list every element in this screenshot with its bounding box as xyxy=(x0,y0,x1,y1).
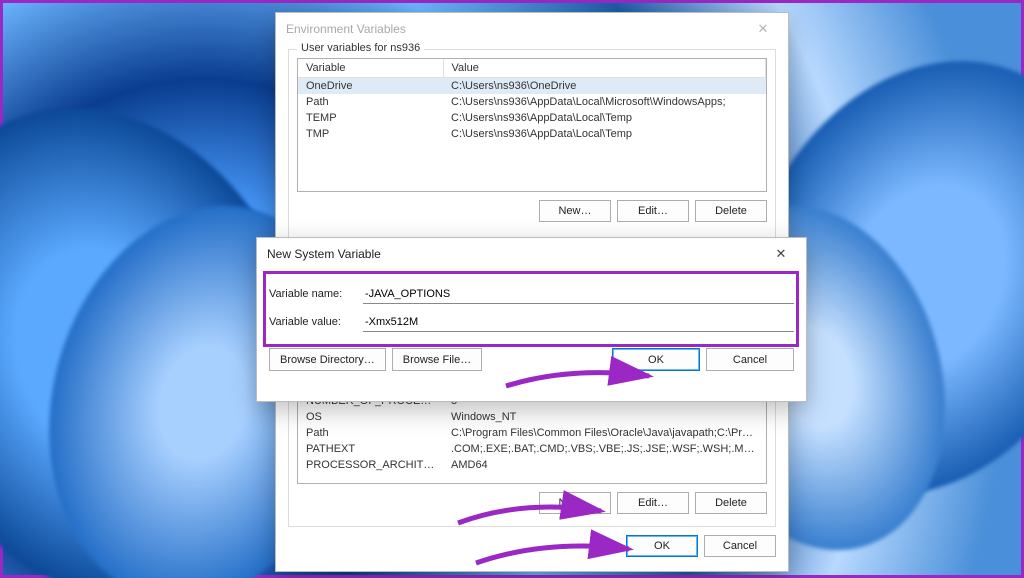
variable-value-label: Variable value: xyxy=(269,316,363,328)
env-main-buttons: OK Cancel xyxy=(288,535,776,557)
new-button[interactable]: New… xyxy=(539,492,611,514)
variable-value-row: Variable value: xyxy=(269,312,794,332)
browse-directory-button[interactable]: Browse Directory… xyxy=(269,348,386,371)
env-title: Environment Variables xyxy=(286,22,406,36)
nsv-titlebar: New System Variable ✕ xyxy=(257,238,806,270)
cancel-button[interactable]: Cancel xyxy=(706,348,794,371)
table-row[interactable]: PATHEXT.COM;.EXE;.BAT;.CMD;.VBS;.VBE;.JS… xyxy=(298,441,766,457)
user-variables-table[interactable]: Variable Value OneDriveC:\Users\ns936\On… xyxy=(297,58,767,192)
table-row[interactable]: OSWindows_NT xyxy=(298,409,766,425)
user-variables-group: User variables for ns936 Variable Value … xyxy=(288,49,776,249)
env-titlebar: Environment Variables ✕ xyxy=(276,13,788,45)
new-system-variable-dialog: New System Variable ✕ Variable name: Var… xyxy=(256,237,807,402)
user-variables-label: User variables for ns936 xyxy=(297,42,424,54)
close-icon[interactable]: ✕ xyxy=(748,21,778,37)
ok-button[interactable]: OK xyxy=(612,348,700,371)
table-row[interactable]: PathC:\Program Files\Common Files\Oracle… xyxy=(298,425,766,441)
delete-button[interactable]: Delete xyxy=(695,492,767,514)
variable-name-row: Variable name: xyxy=(269,284,794,304)
variable-name-label: Variable name: xyxy=(269,288,363,300)
edit-button[interactable]: Edit… xyxy=(617,200,689,222)
table-row[interactable]: PROCESSOR_ARCHITECTUAMD64 xyxy=(298,457,766,473)
col-variable[interactable]: Variable xyxy=(298,59,443,78)
table-row[interactable]: OneDriveC:\Users\ns936\OneDrive xyxy=(298,78,766,95)
variable-name-input[interactable] xyxy=(363,284,794,304)
table-row[interactable]: TMPC:\Users\ns936\AppData\Local\Temp xyxy=(298,126,766,142)
new-button[interactable]: New… xyxy=(539,200,611,222)
variable-value-input[interactable] xyxy=(363,312,794,332)
browse-file-button[interactable]: Browse File… xyxy=(392,348,482,371)
col-value[interactable]: Value xyxy=(443,59,766,78)
table-row[interactable]: PathC:\Users\ns936\AppData\Local\Microso… xyxy=(298,94,766,110)
table-row[interactable]: TEMPC:\Users\ns936\AppData\Local\Temp xyxy=(298,110,766,126)
nsv-title: New System Variable xyxy=(267,247,381,261)
edit-button[interactable]: Edit… xyxy=(617,492,689,514)
sys-var-buttons: New… Edit… Delete xyxy=(297,492,767,514)
user-var-buttons: New… Edit… Delete xyxy=(297,200,767,222)
cancel-button[interactable]: Cancel xyxy=(704,535,776,557)
ok-button[interactable]: OK xyxy=(626,535,698,557)
delete-button[interactable]: Delete xyxy=(695,200,767,222)
close-icon[interactable]: ✕ xyxy=(766,246,796,262)
